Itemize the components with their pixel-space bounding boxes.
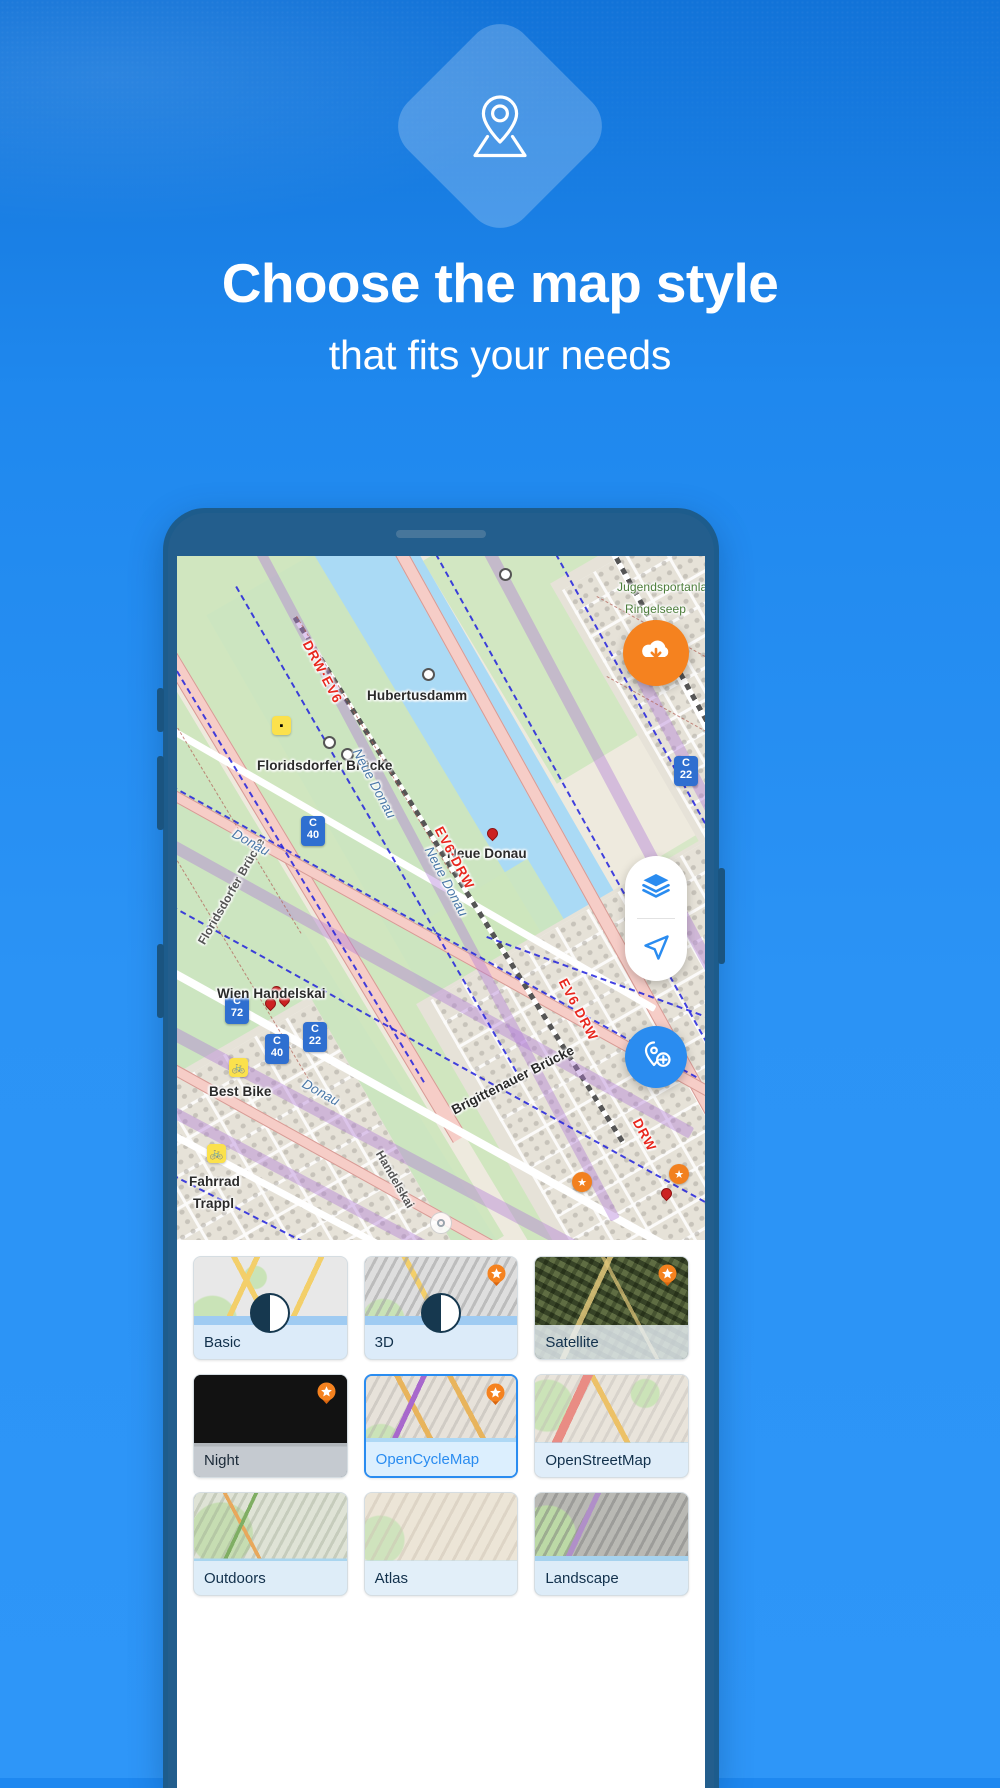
map-style-tile-night[interactable]: Night (193, 1374, 348, 1478)
pro-badge-icon (655, 1263, 680, 1288)
map-poi-icon[interactable]: ▪ (272, 716, 291, 735)
map-style-tile-basic[interactable]: Basic (193, 1256, 348, 1360)
map-pin-on-map-icon (418, 44, 582, 208)
map-style-grid: Basic 3D Satellite Night OpenCycleMap OpenStr… (193, 1256, 689, 1596)
cycle-node-marker[interactable]: C 40 (265, 1034, 289, 1064)
cycle-node-marker[interactable]: C 22 (303, 1022, 327, 1052)
map-view[interactable]: C 40 C 22 C 72 C 40 C 22 ▪ 🚲 🚲 ★ ★ Huber… (177, 556, 705, 1240)
cloud-download-icon (639, 636, 673, 671)
promo-text-block: Choose the map style that fits your need… (0, 252, 1000, 379)
map-label: Hubertusdamm (367, 688, 468, 703)
map-layers-button[interactable] (625, 856, 687, 918)
cycle-node-letter: C (682, 757, 690, 769)
map-node (422, 668, 435, 681)
map-control-stack (625, 856, 687, 981)
map-green-label: Ringelseep (625, 602, 687, 616)
pro-badge-icon (314, 1381, 339, 1406)
map-style-label: OpenCycleMap (365, 1442, 517, 1476)
map-style-label: Outdoors (194, 1561, 347, 1595)
map-node (499, 568, 512, 581)
map-node (323, 736, 336, 749)
map-style-tile-satellite[interactable]: Satellite (534, 1256, 689, 1360)
map-poi-star-icon[interactable]: ★ (572, 1172, 592, 1192)
map-style-label: Atlas (364, 1561, 518, 1595)
layers-icon (642, 872, 670, 903)
phone-volume-up-button (157, 944, 164, 1018)
map-poi-star-icon[interactable]: ★ (669, 1164, 689, 1184)
page-subtitle: that fits your needs (328, 332, 672, 379)
map-style-label: Landscape (535, 1561, 688, 1595)
phone-earpiece (396, 530, 486, 538)
compass-icon (437, 1219, 445, 1227)
cycle-node-number: 22 (679, 768, 693, 781)
map-label: Fahrrad (189, 1174, 240, 1189)
map-label: Trappl (193, 1196, 235, 1211)
map-style-tile-openstreetmap[interactable]: OpenStreetMap (534, 1374, 689, 1478)
add-waypoint-button[interactable] (625, 1026, 687, 1088)
bicycle-shop-icon[interactable]: 🚲 (207, 1144, 226, 1163)
cycle-node-letter: C (273, 1035, 281, 1047)
map-style-label: Satellite (535, 1325, 688, 1359)
cycle-node-marker[interactable]: C 22 (674, 756, 698, 786)
map-style-tile-outdoors[interactable]: Outdoors (193, 1492, 348, 1596)
navigation-arrow-icon (643, 934, 670, 966)
cycle-node-marker[interactable]: C 40 (301, 816, 325, 846)
map-label: Wien Handelskai (217, 986, 326, 1001)
map-style-tile-opencyclemap[interactable]: OpenCycleMap (363, 1374, 519, 1478)
cycle-node-number: 40 (270, 1046, 284, 1059)
add-marker-icon (641, 1040, 671, 1075)
map-style-label: Night (194, 1443, 347, 1477)
cycle-node-letter: C (311, 1023, 319, 1035)
map-label: Best Bike (209, 1084, 272, 1099)
map-style-label: OpenStreetMap (535, 1443, 688, 1477)
pro-badge-icon (483, 1382, 508, 1407)
phone-volume-down-button (157, 756, 164, 830)
map-green-label: Jugendsportanlage (617, 580, 705, 594)
phone-screen: C 40 C 22 C 72 C 40 C 22 ▪ 🚲 🚲 ★ ★ Huber… (177, 556, 705, 1788)
map-style-tile-atlas[interactable]: Atlas (363, 1492, 519, 1596)
bicycle-shop-icon[interactable]: 🚲 (229, 1058, 248, 1077)
phone-mockup: C 40 C 22 C 72 C 40 C 22 ▪ 🚲 🚲 ★ ★ Huber… (157, 508, 725, 1788)
map-style-picker-sheet: Basic 3D Satellite Night OpenCycleMap OpenStr… (177, 1240, 705, 1788)
compass-button[interactable] (430, 1212, 452, 1234)
cycle-node-number: 40 (306, 828, 320, 841)
cycle-node-number: 72 (230, 1006, 244, 1019)
my-location-button[interactable] (625, 919, 687, 981)
app-logo-badge (384, 10, 616, 242)
page-title: Choose the map style (221, 252, 779, 314)
map-style-tile-3d[interactable]: 3D (363, 1256, 519, 1360)
download-offline-maps-button[interactable] (623, 620, 689, 686)
map-style-tile-landscape[interactable]: Landscape (534, 1492, 689, 1596)
phone-mute-switch (157, 688, 164, 732)
phone-power-button (718, 868, 725, 964)
pro-badge-icon (484, 1263, 509, 1288)
cycle-node-number: 22 (308, 1034, 322, 1047)
cycle-node-letter: C (309, 817, 317, 829)
contrast-toggle-icon[interactable] (420, 1293, 461, 1333)
